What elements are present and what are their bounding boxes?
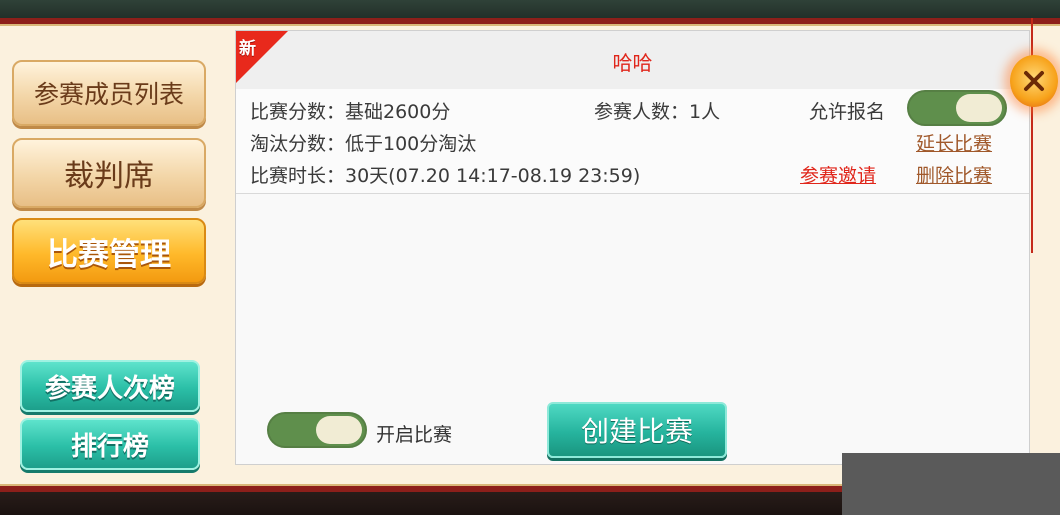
open-match-toggle[interactable]: [267, 412, 367, 448]
close-button[interactable]: [1010, 55, 1058, 107]
match-manage-button[interactable]: 比赛管理: [12, 218, 206, 284]
player-count: 参赛人数：1人: [594, 101, 721, 123]
members-list-button[interactable]: 参赛成员列表: [12, 60, 206, 126]
match-manage-label: 比赛管理: [47, 236, 171, 273]
close-icon: [1024, 71, 1044, 91]
eliminate-score: 淘汰分数：低于100分淘汰: [250, 133, 477, 155]
members-list-label: 参赛成员列表: [33, 80, 184, 109]
leaderboard-label: 排行榜: [70, 431, 149, 462]
delete-match-link[interactable]: 删除比赛: [916, 161, 992, 188]
referee-label: 裁判席: [64, 159, 154, 194]
match-panel: 新 哈哈 比赛分数：基础2600分 参赛人数：1人 允许报名 淘汰分数：低于10…: [235, 30, 1030, 465]
match-score: 比赛分数：基础2600分: [250, 101, 451, 123]
toggle-knob: [956, 94, 1002, 122]
lantern-cord: [1031, 18, 1033, 253]
entries-rank-button[interactable]: 参赛人次榜: [20, 360, 200, 412]
invite-link[interactable]: 参赛邀请: [800, 161, 876, 188]
leaderboard-button[interactable]: 排行榜: [20, 418, 200, 470]
match-duration: 比赛时长：30天(07.20 14:17-08.19 23:59): [250, 165, 641, 187]
referee-button[interactable]: 裁判席: [12, 138, 206, 208]
create-match-button[interactable]: 创建比赛: [547, 402, 727, 458]
open-match-label: 开启比赛: [376, 424, 453, 446]
match-title: 哈哈: [612, 51, 653, 75]
background-overlay: [842, 453, 1060, 515]
panel-header: 新 哈哈: [236, 31, 1029, 89]
allow-signup-label: 允许报名: [809, 101, 886, 123]
entries-rank-label: 参赛人次榜: [44, 373, 175, 404]
allow-signup-toggle[interactable]: [907, 90, 1007, 126]
match-info-row[interactable]: 比赛分数：基础2600分 参赛人数：1人 允许报名 淘汰分数：低于100分淘汰 …: [236, 89, 1029, 194]
extend-match-link[interactable]: 延长比赛: [916, 129, 992, 156]
create-match-label: 创建比赛: [580, 415, 693, 448]
toggle-knob: [316, 416, 362, 444]
